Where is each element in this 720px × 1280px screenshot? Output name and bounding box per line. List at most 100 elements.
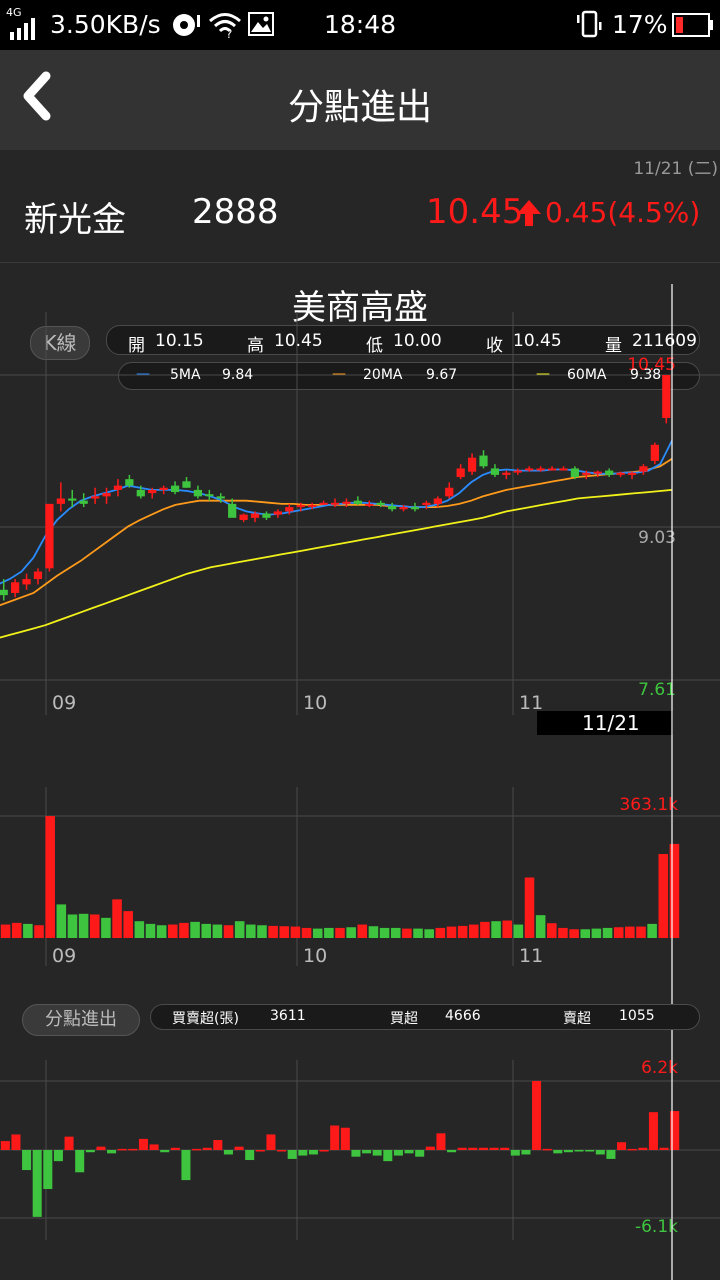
flow-bar	[298, 1150, 308, 1156]
volume-bar	[23, 923, 33, 938]
candle-body	[205, 494, 214, 497]
volume-bar	[435, 927, 446, 938]
ma-swatch-1: —	[332, 366, 346, 382]
volume-month-tick-10: 10	[303, 945, 327, 967]
ma-swatch-0: —	[136, 366, 150, 382]
candle-body	[308, 504, 317, 507]
volume-bar	[625, 926, 635, 938]
ma-value-1: 9.67	[426, 367, 458, 383]
candle-body	[330, 502, 340, 505]
page-title: 分點進出	[287, 87, 432, 128]
volume-bar	[558, 927, 568, 938]
ohlc-label-0: 開	[128, 336, 145, 356]
volume-bar	[145, 923, 156, 938]
flow-bar	[43, 1150, 53, 1190]
ohlc-label-3: 收	[486, 336, 503, 356]
phone-vibrate-icon	[577, 10, 602, 38]
ohlc-value-4: 211609	[632, 331, 697, 351]
flow-bar	[510, 1150, 520, 1156]
candle-body	[547, 468, 557, 471]
candle-body	[650, 444, 659, 461]
ma-label-0: 5MA	[170, 367, 201, 383]
quote-date: 11/21 (二)	[633, 159, 718, 179]
candle-body	[467, 457, 477, 472]
ohlc-value-1: 10.45	[274, 331, 323, 351]
candle-body	[570, 468, 580, 478]
volume-bar	[658, 854, 669, 938]
flow-bar	[489, 1147, 499, 1150]
month-tick-11: 11	[519, 692, 543, 714]
flow-bar	[64, 1136, 74, 1150]
volume-bar	[379, 927, 390, 938]
ma-swatch-2: —	[536, 366, 550, 382]
flow-bar	[32, 1150, 42, 1217]
volume-max-label: 363.1k	[619, 795, 678, 815]
flow-bar	[223, 1150, 233, 1155]
volume-bar	[636, 926, 646, 938]
broker-flow-tab[interactable]: 分點進出	[22, 1004, 140, 1036]
buy-label: 買超	[390, 1011, 418, 1027]
volume-bar	[613, 927, 624, 938]
flow-bar	[627, 1148, 637, 1151]
flow-bar	[574, 1150, 584, 1152]
volume-bar	[190, 921, 200, 938]
volume-bar	[591, 928, 602, 938]
candle-body	[285, 507, 294, 512]
candle-body	[502, 472, 511, 475]
net-label: 買賣超(張)	[172, 1011, 239, 1027]
flow-bar	[277, 1150, 287, 1152]
candle-body	[56, 498, 65, 504]
candle-body	[33, 571, 43, 580]
volume-bar	[246, 924, 256, 938]
flow-bar	[340, 1127, 350, 1150]
ma-label-2: 60MA	[567, 367, 607, 383]
flow-bar	[617, 1142, 627, 1150]
candle-body	[113, 485, 123, 490]
candle-body	[559, 468, 568, 471]
volume-bar	[212, 924, 223, 938]
candle-body	[639, 466, 648, 472]
flow-bar	[266, 1134, 276, 1150]
volume-bar	[268, 925, 278, 938]
volume-bar	[424, 929, 434, 938]
status-bar: 4G 3.50KB/s ? 18:48 17%	[0, 0, 720, 50]
ma60-line	[0, 489, 673, 639]
flow-bar	[128, 1148, 138, 1151]
volume-bar	[547, 923, 557, 938]
volume-bar	[357, 924, 368, 938]
candle-body	[45, 503, 54, 569]
volume-bar	[647, 923, 657, 938]
stock-price: 10.45	[426, 192, 524, 232]
wifi-icon: ?	[209, 13, 241, 38]
flow-bar	[362, 1150, 372, 1154]
image-notification-icon	[248, 12, 274, 36]
flow-bar	[351, 1150, 361, 1157]
flow-bar	[117, 1148, 127, 1151]
candle-body	[182, 481, 191, 488]
flow-bar	[213, 1139, 223, 1150]
candle-body	[342, 501, 351, 504]
ma-value-0: 9.84	[222, 367, 254, 383]
candle-body	[410, 507, 420, 510]
candle-body	[262, 513, 271, 518]
candle-body	[593, 471, 602, 474]
volume-bar	[78, 913, 89, 938]
volume-bar	[201, 923, 212, 938]
stock-quote: 11/21 (二) 新光金 2888 10.45 0.45(4.5%)	[0, 150, 720, 263]
volume-bar	[468, 924, 479, 938]
candle-body	[228, 503, 237, 518]
ohlc-label-2: 低	[366, 336, 383, 356]
stock-name: 新光金	[24, 200, 126, 240]
volume-bar	[168, 924, 178, 938]
flow-bar	[500, 1147, 510, 1150]
candle-body	[216, 496, 225, 499]
volume-bar	[535, 915, 546, 938]
volume-bar	[257, 925, 267, 938]
candle-body	[616, 472, 625, 475]
vpn-icon	[173, 14, 200, 36]
ma20-line	[0, 458, 673, 607]
candle-body	[136, 489, 145, 497]
ma-label-1: 20MA	[363, 367, 403, 383]
volume-bar	[123, 911, 133, 938]
candle-body	[102, 493, 111, 497]
